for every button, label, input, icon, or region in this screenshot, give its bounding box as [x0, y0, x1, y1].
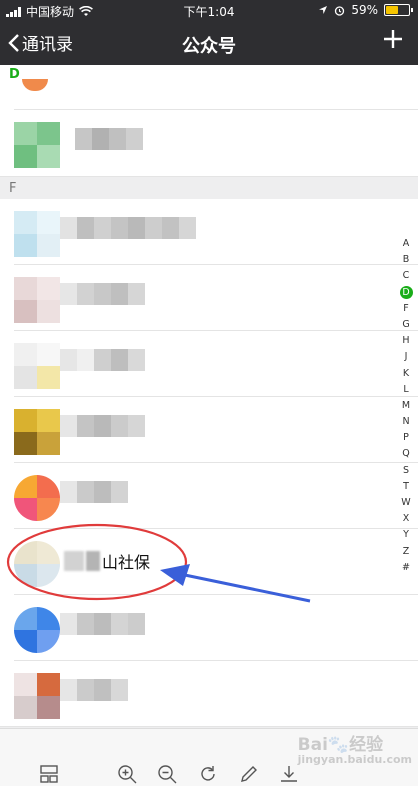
download-icon[interactable] [278, 763, 300, 785]
list-item[interactable] [0, 65, 418, 110]
watermark: Bai🐾经验 jingyan.baidu.com [298, 730, 412, 766]
status-bar: 中国移动 下午1:04 59% [0, 0, 418, 20]
rotate-icon[interactable] [197, 763, 219, 785]
zoom-out-icon[interactable] [156, 763, 178, 785]
item-name-obscured [60, 349, 145, 377]
list-item[interactable] [0, 463, 418, 529]
account-list: D F 山社保 [0, 65, 418, 728]
item-name-obscured [60, 481, 128, 509]
index-letter-y[interactable]: Y [399, 527, 413, 543]
plus-icon [384, 30, 402, 48]
avatar [14, 122, 60, 168]
alarm-icon [335, 5, 345, 16]
status-right: 59% [318, 3, 413, 17]
list-item[interactable] [0, 110, 418, 177]
layout-icon[interactable] [38, 763, 60, 785]
battery-icon [384, 4, 413, 16]
avatar [14, 607, 60, 653]
avatar [14, 343, 60, 389]
index-letter-z[interactable]: Z [399, 544, 413, 560]
index-letter-w[interactable]: W [399, 495, 413, 511]
item-name-suffix: 山社保 [102, 553, 151, 572]
section-letter: F [9, 181, 17, 196]
index-letter-t[interactable]: T [399, 479, 413, 495]
index-letter-a[interactable]: A [399, 236, 413, 252]
zoom-in-icon[interactable] [116, 763, 138, 785]
avatar [14, 673, 60, 719]
avatar [14, 211, 60, 257]
item-name-obscured [75, 128, 143, 156]
pencil-icon[interactable] [238, 763, 260, 785]
list-item[interactable] [0, 331, 418, 397]
page-title: 公众号 [182, 36, 236, 57]
item-name-obscured [60, 415, 145, 443]
section-header-f: F [0, 177, 418, 199]
list-item[interactable] [0, 661, 418, 727]
index-letter-x[interactable]: X [399, 511, 413, 527]
item-name-obscured [60, 283, 145, 311]
index-letter-k[interactable]: K [399, 366, 413, 382]
avatar [14, 541, 60, 587]
item-name-obscured [60, 679, 128, 707]
top-bar: 中国移动 下午1:04 59% 通讯录 公众号 [0, 0, 418, 65]
index-letter-b[interactable]: B [399, 252, 413, 268]
add-button[interactable] [382, 28, 404, 54]
index-letter-s[interactable]: S [399, 463, 413, 479]
location-icon [319, 6, 328, 14]
list-item[interactable] [0, 265, 418, 331]
index-letter-c[interactable]: C [399, 268, 413, 284]
item-name-obscured [60, 613, 145, 641]
watermark-suffix: 经验 [349, 735, 384, 755]
nav-bar: 通讯录 公众号 [0, 22, 418, 65]
watermark-brand: Bai [297, 735, 328, 755]
avatar [14, 409, 60, 455]
index-letter-l[interactable]: L [399, 382, 413, 398]
index-letter-d[interactable]: D [399, 286, 413, 300]
name-obscured-part [64, 551, 84, 571]
list-item[interactable] [0, 595, 418, 661]
avatar [14, 475, 60, 521]
avatar [22, 79, 48, 91]
index-letter-p[interactable]: P [399, 430, 413, 446]
watermark-domain: jingyan.baidu.com [297, 753, 412, 766]
index-letter-n[interactable]: N [399, 414, 413, 430]
index-letter-hash[interactable]: # [399, 560, 413, 576]
name-obscured-part [86, 551, 100, 571]
index-letter-j[interactable]: J [399, 349, 413, 365]
alphabet-index[interactable]: A B C D F G H J K L M N P Q S T W X Y Z # [398, 236, 414, 576]
index-letter-g[interactable]: G [399, 317, 413, 333]
list-item[interactable] [0, 199, 418, 265]
battery-percent: 59% [351, 3, 378, 17]
index-letter-q[interactable]: Q [399, 446, 413, 462]
list-item-social-security[interactable]: 山社保 [0, 529, 418, 595]
index-letter-f[interactable]: F [399, 301, 413, 317]
index-letter-m[interactable]: M [399, 398, 413, 414]
avatar [14, 277, 60, 323]
item-name: 山社保 [64, 549, 150, 573]
item-name-obscured [60, 217, 196, 245]
index-letter-h[interactable]: H [399, 333, 413, 349]
list-item[interactable] [0, 397, 418, 463]
paw-icon: 🐾 [327, 735, 350, 755]
